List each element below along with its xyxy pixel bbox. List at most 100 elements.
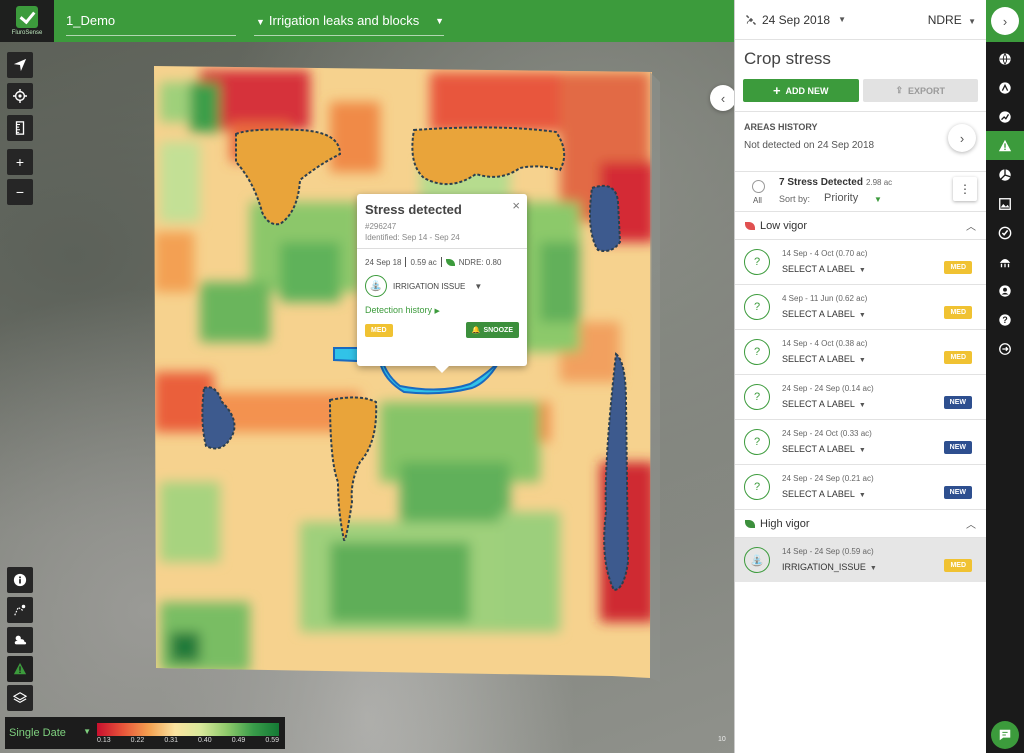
date-mode-select[interactable]: Single Date ▼ [5, 727, 97, 739]
more-options-button[interactable]: ⋮ [953, 177, 977, 201]
locate-button[interactable] [7, 83, 33, 109]
label-select[interactable]: SELECT A LABEL ▼ [782, 399, 866, 409]
map-view[interactable]: + − Stress detected × #296247 Identified… [0, 42, 734, 753]
priority-badge: MED [944, 261, 972, 274]
alerts-button[interactable] [7, 656, 33, 682]
nav-crop-stress[interactable] [986, 131, 1024, 160]
list-item[interactable]: ? 4 Sep - 11 Jun (0.62 ac) SELECT A LABE… [735, 284, 986, 329]
nav-images[interactable] [986, 189, 1024, 218]
scale-tick: 0.40 [198, 736, 212, 744]
farm-select[interactable]: 1_Demo [66, 6, 236, 36]
new-badge: NEW [943, 441, 972, 454]
list-item[interactable]: ? 14 Sep - 4 Oct (0.38 ac) SELECT A LABE… [735, 329, 986, 374]
list-item[interactable]: ? 24 Sep - 24 Sep (0.21 ac) SELECT A LAB… [735, 464, 986, 509]
nav-tasks[interactable] [986, 218, 1024, 247]
zoom-out-button[interactable]: − [7, 179, 33, 205]
date-mode-label: Single Date [9, 727, 66, 739]
snooze-button[interactable]: 🔔 SNOOZE [465, 322, 519, 338]
detection-history-link[interactable]: Detection history ▶ [365, 305, 519, 315]
irrigation-icon: ⛲ [365, 275, 387, 297]
nav-analytics[interactable] [986, 102, 1024, 131]
ndre-field-overlay [154, 66, 660, 682]
check-icon [998, 226, 1012, 239]
list-item[interactable]: ? 14 Sep - 4 Oct (0.70 ac) SELECT A LABE… [735, 239, 986, 284]
issue-select[interactable]: ⛲ IRRIGATION ISSUE ▼ [365, 275, 519, 297]
group-high-vigor[interactable]: High vigor ︿ [735, 509, 986, 537]
label-select[interactable]: SELECT A LABEL ▼ [782, 354, 866, 364]
chat-icon [999, 729, 1011, 741]
question-icon: ? [744, 474, 770, 500]
popup-id: #296247 [365, 222, 397, 231]
sort-select[interactable]: Priority [824, 192, 858, 204]
areas-history-subtitle: Not detected on 24 Sep 2018 [744, 140, 875, 151]
list-item[interactable]: ? 24 Sep - 24 Oct (0.33 ac) SELECT A LAB… [735, 419, 986, 464]
popup-area: 0.59 ac [410, 257, 437, 267]
nav-globe[interactable] [986, 44, 1024, 73]
nav-sensors[interactable] [986, 247, 1024, 276]
index-select[interactable]: NDRE ▼ [928, 13, 976, 27]
nav-profile[interactable] [986, 276, 1024, 305]
zoom-in-button[interactable]: + [7, 149, 33, 175]
new-badge: NEW [943, 396, 972, 409]
app-logo[interactable]: FluroSense [0, 0, 54, 42]
issue-label: IRRIGATION ISSUE [393, 281, 466, 291]
navigate-icon [13, 58, 27, 72]
question-icon: ? [744, 384, 770, 410]
history-next-button[interactable]: › [948, 124, 976, 152]
label-select[interactable]: IRRIGATION_ISSUE ▼ [782, 562, 877, 572]
close-icon[interactable]: × [512, 198, 520, 213]
priority-badge: MED [365, 323, 393, 337]
zoom-in-icon: + [15, 154, 25, 170]
scale-tick: 0.49 [231, 736, 246, 744]
help-icon: ? [999, 313, 1011, 326]
nav-zones[interactable] [986, 160, 1024, 189]
collapse-panel-button[interactable]: ‹ [710, 85, 736, 111]
priority-badge: MED [944, 306, 972, 319]
layer-select[interactable]: ▼ Irrigation leaks and blocks ▼ [254, 6, 444, 36]
weather-button[interactable] [7, 627, 33, 653]
select-all-radio[interactable] [752, 180, 765, 193]
panel-header: 24 Sep 2018 ▼ NDRE ▼ [735, 0, 986, 40]
draw-button[interactable] [7, 597, 33, 623]
nav-logout[interactable] [986, 334, 1024, 363]
info-button[interactable] [7, 567, 33, 593]
label-select[interactable]: SELECT A LABEL ▼ [782, 489, 866, 499]
caret-down-icon: ▼ [474, 281, 483, 291]
label-text: SELECT A LABEL [782, 399, 855, 409]
label-text: SELECT A LABEL [782, 444, 855, 454]
list-item-selected[interactable]: ⛲ 14 Sep - 24 Sep (0.59 ac) IRRIGATION_I… [735, 537, 986, 582]
label-text: IRRIGATION_ISSUE [782, 562, 866, 572]
popup-title: Stress detected [365, 202, 462, 217]
navigate-button[interactable] [7, 52, 33, 78]
scale-tick: 0.22 [130, 736, 145, 744]
group-low-vigor[interactable]: Low vigor ︿ [735, 211, 986, 239]
draw-icon [14, 604, 26, 616]
bell-icon: 🔔 [471, 327, 481, 334]
panel-title: Crop stress [744, 49, 831, 68]
label-text: SELECT A LABEL [782, 309, 855, 319]
leaf-icon [745, 519, 755, 528]
scale-tick: 0.59 [265, 736, 279, 744]
expand-button[interactable]: › [991, 7, 1019, 35]
date-select[interactable]: 24 Sep 2018 ▼ [745, 13, 846, 27]
list-item[interactable]: ? 24 Sep - 24 Sep (0.14 ac) SELECT A LAB… [735, 374, 986, 419]
layers-button[interactable] [7, 685, 33, 711]
sort-label: Sort by: [779, 194, 811, 204]
date-label: 24 Sep 2018 [762, 12, 831, 27]
chat-button[interactable] [991, 721, 1019, 749]
areas-history-title: AREAS HISTORY [744, 122, 818, 132]
logo-mark-icon [16, 6, 38, 28]
export-button[interactable]: ⇪ EXPORT [862, 79, 978, 102]
label-select[interactable]: SELECT A LABEL ▼ [782, 264, 866, 274]
zones-icon [999, 258, 1011, 267]
nav-help[interactable]: ? [986, 305, 1024, 334]
caret-down-icon: ▼ [858, 357, 866, 364]
item-date: 24 Sep - 24 Sep (0.14 ac) [782, 384, 874, 393]
label-select[interactable]: SELECT A LABEL ▼ [782, 309, 866, 319]
alert-icon [13, 662, 27, 675]
item-date: 14 Sep - 24 Sep (0.59 ac) [782, 547, 874, 556]
nav-farm[interactable] [986, 73, 1024, 102]
label-select[interactable]: SELECT A LABEL ▼ [782, 444, 866, 454]
ruler-button[interactable] [7, 115, 33, 141]
add-new-button[interactable]: + ADD NEW [743, 79, 859, 102]
